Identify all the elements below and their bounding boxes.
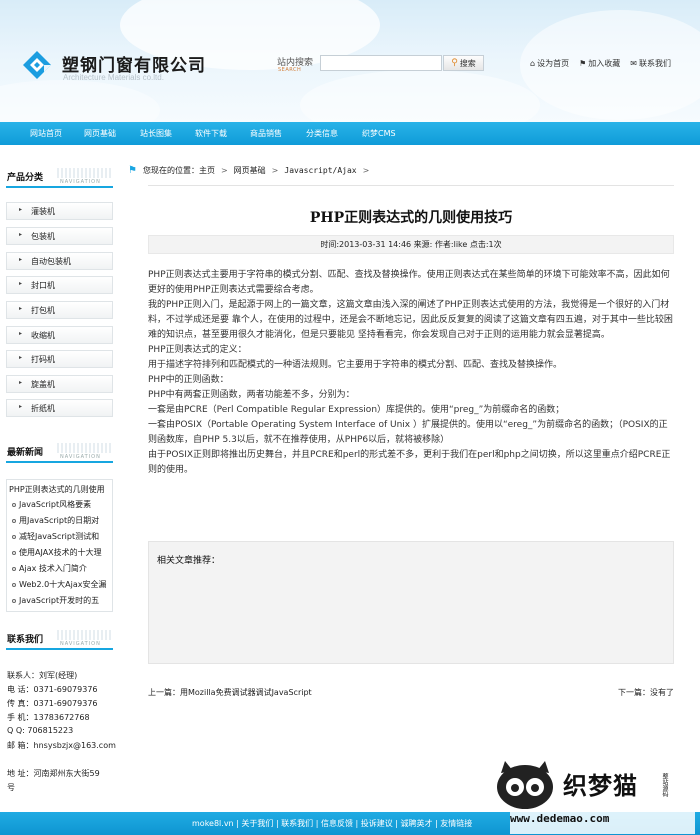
arrow-right-icon: ▸: [19, 330, 23, 337]
search-icon: ⚲: [451, 58, 458, 68]
list-item[interactable]: JavaScript风格要素: [7, 499, 114, 510]
category-item[interactable]: ▸ 旋盖机: [6, 375, 113, 393]
article-paragraph: PHP中的正则函数：: [148, 375, 229, 385]
nav-item-products[interactable]: 商品销售: [250, 128, 282, 139]
set-homepage-link[interactable]: ⌂ 设为首页: [530, 58, 569, 69]
arrow-right-icon: ▸: [19, 379, 23, 386]
search-button-label: 搜索: [459, 58, 476, 68]
contact-email: 邮 箱：hnsysbzjx@163.com: [7, 741, 116, 750]
add-favorite-link[interactable]: ⚑ 加入收藏: [579, 58, 620, 69]
breadcrumb-javascript-ajax[interactable]: Javascript/Ajax: [284, 166, 356, 175]
contact-person: 联系人：刘军(经理): [7, 671, 78, 680]
category-item[interactable]: ▸ 打码机: [6, 350, 113, 368]
nav-item-classifieds[interactable]: 分类信息: [306, 128, 338, 139]
category-item[interactable]: ▸ 打包机: [6, 301, 113, 319]
contact-address: 地 址：河南郑州东大街59: [7, 769, 100, 778]
article-paragraph: 由于POSIX正则即将推出历史舞台，并且PCRE和perl的形式差不多，更利于我…: [148, 450, 671, 475]
breadcrumb-home[interactable]: 主页: [199, 166, 215, 175]
contact-fax: 传 真：0371-69079376: [7, 699, 98, 708]
search-input[interactable]: [320, 55, 442, 71]
arrow-right-icon: ▸: [19, 231, 23, 238]
category-item[interactable]: ▸ 自动包装机: [6, 252, 113, 270]
company-name-en: Architecture Materials co.ltd.: [63, 73, 164, 82]
contact-heading: 联系我们 NAVIGATION: [0, 627, 113, 650]
contact-mobile: 手 机：13783672768: [7, 713, 90, 722]
contact-phone: 电 话：0371-69079376: [7, 685, 98, 694]
next-article-link[interactable]: 下一篇：没有了: [618, 687, 674, 698]
prev-next-nav: 上一篇：用Mozilla免费调试器调试JavaScript 下一篇：没有了: [148, 687, 674, 698]
watermark-tag: 整站源码: [661, 773, 668, 797]
article-paragraph: 一套是由PCRE（Perl Compatible Regular Express…: [148, 405, 565, 415]
arrow-right-icon: ▸: [19, 305, 23, 312]
related-articles-title: 相关文章推荐：: [157, 556, 221, 566]
article-paragraph: PHP正则表达式主要用于字符串的模式分割、匹配、查找及替换操作。使用正则表达式在…: [148, 270, 670, 295]
category-item[interactable]: ▸ 折纸机: [6, 399, 113, 417]
article-paragraph: PHP正则表达式的定义：: [148, 345, 247, 355]
arrow-right-icon: ▸: [19, 354, 23, 361]
breadcrumb-web-basics[interactable]: 网页基础: [234, 165, 266, 176]
category-item[interactable]: ▸ 灌装机: [6, 202, 113, 220]
list-item[interactable]: JavaScript开发时的五: [7, 595, 114, 606]
category-item[interactable]: ▸ 包装机: [6, 227, 113, 245]
arrow-right-icon: ▸: [19, 403, 23, 410]
article-paragraph: 我的PHP正则入门，是起源于网上的一篇文章，这篇文章由浅入深的阐述了PHP正则表…: [148, 300, 673, 340]
bookmark-icon: ⚑: [579, 59, 587, 68]
category-item[interactable]: ▸ 收缩机: [6, 326, 113, 344]
prev-article-link[interactable]: 上一篇：用Mozilla免费调试器调试JavaScript: [148, 688, 312, 697]
article-paragraph: 用于描述字符排列和匹配模式的一种语法规则。它主要用于字符串的模式分割、匹配、查找…: [148, 360, 563, 370]
list-item[interactable]: 用JavaScript的日期对: [7, 515, 114, 526]
nav-item-gallery[interactable]: 站长图集: [140, 128, 172, 139]
search-button[interactable]: ⚲ 搜索: [443, 55, 484, 71]
search-sublabel: SEARCH: [278, 67, 302, 73]
nav-item-dedecms[interactable]: 织梦CMS: [362, 128, 396, 139]
arrow-right-icon: ▸: [19, 280, 23, 287]
watermark-site: www.dedemao.com: [510, 812, 610, 825]
news-heading: 最新新闻 NAVIGATION: [0, 440, 113, 463]
list-item[interactable]: 减轻JavaScript测试和: [7, 531, 114, 542]
list-item[interactable]: Web2.0十大Ajax安全漏: [7, 579, 114, 590]
contact-us-link[interactable]: ✉ 联系我们: [630, 58, 671, 69]
nav-item-home[interactable]: 网站首页: [30, 128, 62, 139]
article-paragraph: 一套由POSIX（Portable Operating System Inter…: [148, 420, 668, 445]
contact-qq: Q Q: 706815223: [7, 726, 74, 735]
breadcrumb-prefix: 您现在的位置：主页: [142, 166, 215, 175]
article-body: PHP正则表达式主要用于字符串的模式分割、匹配、查找及替换操作。使用正则表达式在…: [148, 268, 674, 478]
nav-item-web-basics[interactable]: 网页基础: [84, 128, 116, 139]
site-header: 塑钢门窗有限公司 Architecture Materials co.ltd. …: [0, 0, 700, 122]
news-item-current[interactable]: PHP正则表达式的几则使用: [7, 484, 114, 495]
arrow-right-icon: ▸: [19, 206, 23, 213]
news-list: PHP正则表达式的几则使用 JavaScript风格要素 用JavaScript…: [6, 479, 113, 612]
arrow-right-icon: ▸: [19, 256, 23, 263]
article-meta: 时间:2013-03-31 14:46 来源: 作者:like 点击:1次: [148, 235, 674, 254]
watermark-brand: 织梦猫: [563, 771, 638, 800]
list-item[interactable]: 使用AJAX技术的十大理: [7, 547, 114, 558]
breadcrumb: ⚑ 您现在的位置：主页 > 网页基础 > Javascript/Ajax >: [128, 165, 370, 176]
location-icon: ⚑: [128, 165, 137, 176]
categories-heading: 产品分类 NAVIGATION: [0, 165, 113, 188]
article-title: PHP正则表达式的几则使用技巧: [309, 210, 513, 226]
logo-icon: [23, 51, 51, 79]
breadcrumb-divider: [148, 185, 674, 186]
category-item[interactable]: ▸ 封口机: [6, 276, 113, 294]
article-paragraph: PHP中有两套正则函数，两者功能差不多，分别为：: [148, 390, 355, 400]
footer-links[interactable]: moke8l.vn | 关于我们 | 联系我们 | 信息反馈 | 投诉建议 | …: [192, 818, 472, 829]
mail-icon: ✉: [630, 59, 637, 68]
home-icon: ⌂: [530, 59, 536, 68]
list-item[interactable]: Ajax 技术入门简介: [7, 563, 114, 574]
nav-item-downloads[interactable]: 软件下载: [195, 128, 227, 139]
contact-address-cont: 号: [7, 783, 15, 792]
main-nav: 网站首页 网页基础 站长图集 软件下载 商品销售 分类信息 织梦CMS: [0, 122, 700, 145]
related-articles-box: 相关文章推荐：: [148, 541, 674, 664]
